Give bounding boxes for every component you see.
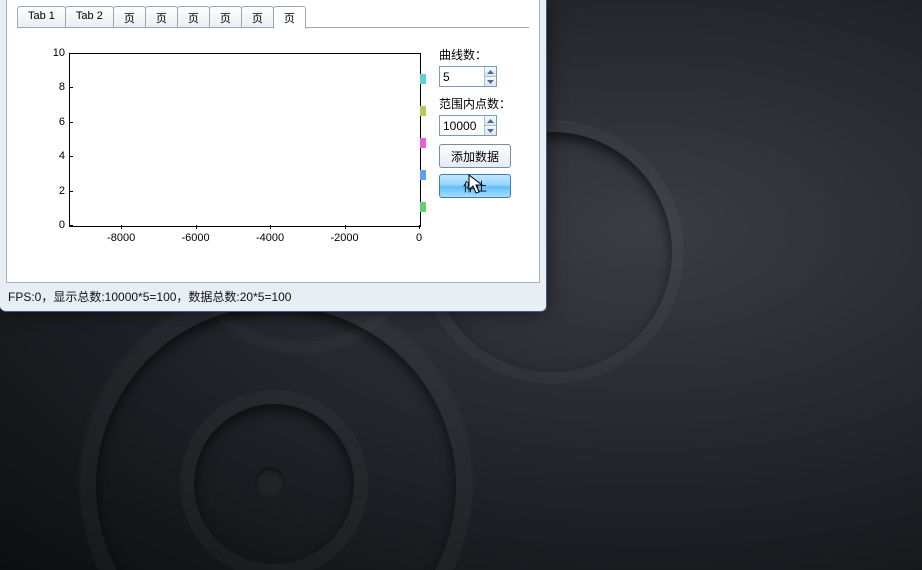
- legend-swatch: [420, 202, 426, 212]
- add-data-button[interactable]: 添加数据: [439, 144, 511, 168]
- tab-strip: Tab 1Tab 2页页页页页页: [17, 6, 529, 28]
- tab-4[interactable]: 页: [177, 6, 210, 28]
- ytick: 2: [29, 186, 65, 196]
- points-spinner[interactable]: [439, 115, 497, 136]
- tab-2[interactable]: 页: [113, 6, 146, 28]
- tab-6[interactable]: 页: [241, 6, 274, 28]
- plot-area: [69, 53, 421, 227]
- tab-7[interactable]: 页: [273, 6, 306, 29]
- xtick: -2000: [320, 232, 370, 244]
- controls-panel: 曲线数： 范围内点数： 添加数据 停止: [439, 46, 525, 204]
- ytick: 8: [29, 82, 65, 92]
- app-window: Tab 1Tab 2页页页页页页 0246810-8000-6000-4000-…: [0, 0, 547, 312]
- stop-button[interactable]: 停止: [439, 174, 511, 198]
- desktop-background: Tab 1Tab 2页页页页页页 0246810-8000-6000-4000-…: [0, 0, 922, 570]
- xtick: -6000: [171, 232, 221, 244]
- curves-input[interactable]: [440, 67, 484, 86]
- points-up[interactable]: [485, 116, 496, 126]
- tab-1[interactable]: Tab 2: [65, 6, 114, 28]
- legend-swatch: [420, 138, 426, 148]
- curves-down[interactable]: [485, 77, 496, 86]
- status-bar: FPS:0，显示总数:10000*5=100，数据总数:20*5=100: [8, 288, 291, 305]
- points-input[interactable]: [440, 116, 484, 135]
- points-label: 范围内点数：: [439, 95, 525, 112]
- chart: 0246810-8000-6000-4000-20000: [27, 40, 425, 264]
- points-down[interactable]: [485, 126, 496, 135]
- curves-spinner[interactable]: [439, 66, 497, 87]
- legend-swatch: [420, 106, 426, 116]
- ytick: 4: [29, 151, 65, 161]
- ytick: 0: [29, 220, 65, 230]
- client-area: Tab 1Tab 2页页页页页页 0246810-8000-6000-4000-…: [6, 0, 540, 283]
- xtick: 0: [394, 232, 444, 244]
- curves-up[interactable]: [485, 67, 496, 77]
- tab-0[interactable]: Tab 1: [17, 6, 66, 28]
- xtick: -8000: [96, 232, 146, 244]
- tab-3[interactable]: 页: [145, 6, 178, 28]
- ytick: 6: [29, 117, 65, 127]
- tab-5[interactable]: 页: [209, 6, 242, 28]
- legend-swatch: [420, 74, 426, 84]
- xtick: -4000: [245, 232, 295, 244]
- ytick: 10: [29, 48, 65, 58]
- curves-label: 曲线数：: [439, 46, 525, 63]
- legend-swatch: [420, 170, 426, 180]
